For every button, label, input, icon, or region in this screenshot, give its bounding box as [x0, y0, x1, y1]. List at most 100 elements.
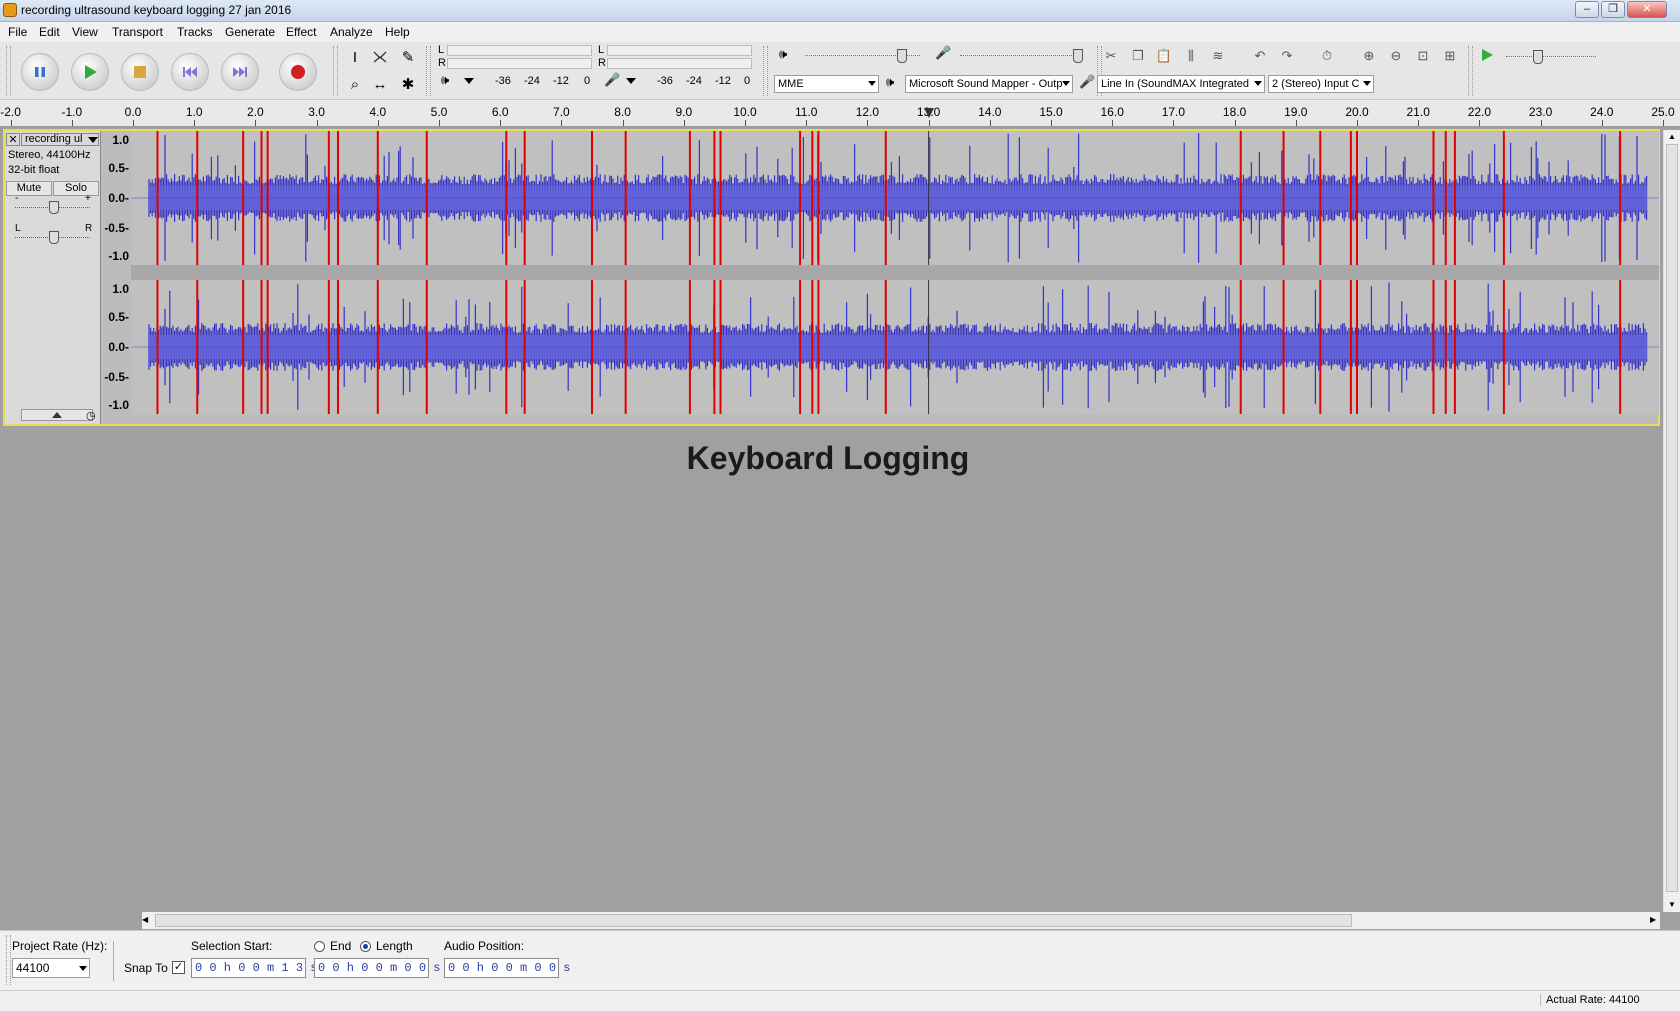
audio-host-select[interactable]: MME — [774, 75, 879, 93]
copy-icon[interactable]: ❐ — [1127, 45, 1149, 67]
toolbar-grip[interactable] — [333, 46, 338, 96]
horizontal-scrollbar[interactable]: ◀ ▶ — [142, 912, 1660, 929]
audio-position-value: 0 0 h 0 0 m 0 0 s — [448, 961, 571, 975]
ruler-tick-label: 6.0 — [491, 105, 509, 119]
playback-speed-slider[interactable] — [1506, 56, 1596, 58]
input-device-select[interactable]: Line In (SoundMAX Integrated — [1097, 75, 1265, 93]
playback-meter-right[interactable] — [447, 58, 592, 69]
scroll-up-icon[interactable]: ▲ — [1668, 132, 1676, 141]
solo-button[interactable]: Solo — [53, 181, 99, 196]
microphone-icon[interactable]: 🎤 — [604, 72, 620, 88]
mute-button[interactable]: Mute — [6, 181, 52, 196]
amplitude-scale: 1.0 0.5- 0.0- -0.5- -1.0 1.0 0.5- 0.0- -0.5- -1.0 — [100, 131, 131, 424]
zoom-out-icon[interactable]: ⊖ — [1385, 45, 1407, 67]
envelope-tool-icon[interactable] — [369, 46, 391, 68]
zoom-in-icon[interactable]: ⊕ — [1358, 45, 1380, 67]
toolbar-grip[interactable] — [6, 46, 11, 96]
track-menu-dropdown-icon[interactable] — [88, 137, 98, 143]
paste-icon[interactable]: 📋 — [1153, 45, 1175, 67]
play-button[interactable] — [71, 53, 109, 91]
maximize-button[interactable]: ❐ — [1601, 1, 1625, 18]
playback-speed-thumb[interactable] — [1533, 50, 1543, 64]
scroll-right-icon[interactable]: ▶ — [1650, 915, 1656, 924]
horizontal-scroll-thumb[interactable] — [155, 914, 1352, 927]
project-rate-select[interactable]: 44100 — [12, 958, 90, 978]
fit-project-icon[interactable]: ⊞ — [1439, 45, 1461, 67]
playback-meter-left[interactable] — [447, 45, 592, 56]
snap-to-checkbox[interactable]: ✓ — [172, 961, 185, 974]
input-channels-select[interactable]: 2 (Stereo) Input C — [1268, 75, 1374, 93]
selection-tool-icon[interactable]: Ι — [344, 46, 366, 68]
ruler-tick — [500, 120, 502, 126]
multi-tool-icon[interactable]: ✱ — [397, 73, 419, 95]
scroll-left-icon[interactable]: ◀ — [142, 915, 148, 924]
minimize-button[interactable]: – — [1575, 1, 1599, 18]
length-radio[interactable] — [360, 941, 371, 952]
ruler-tick — [377, 120, 379, 126]
ruler-tick-label: -2.0 — [0, 105, 21, 119]
stop-button[interactable] — [121, 53, 159, 91]
amplitude-label: 0.5- — [108, 310, 129, 324]
sync-lock-icon[interactable]: ⏱ — [1316, 45, 1338, 67]
play-at-speed-button[interactable] — [1479, 47, 1495, 66]
toolbar-grip[interactable] — [426, 46, 431, 96]
zoom-tool-icon[interactable]: ⌕ — [344, 73, 366, 95]
vertical-scroll-thumb[interactable] — [1666, 144, 1678, 892]
pause-button[interactable] — [21, 53, 59, 91]
close-track-icon[interactable]: ✕ — [6, 133, 20, 146]
draw-tool-icon[interactable]: ✎ — [397, 46, 419, 68]
speaker-icon[interactable]: 🕪 — [441, 72, 449, 88]
collapse-track-button[interactable] — [21, 409, 93, 421]
playback-volume-thumb[interactable] — [897, 49, 907, 63]
menu-view[interactable]: View — [72, 25, 98, 39]
toolbar-grip[interactable] — [1468, 46, 1473, 96]
toolbar-grip[interactable] — [6, 935, 11, 985]
scroll-down-icon[interactable]: ▼ — [1668, 900, 1676, 909]
pan-slider-thumb[interactable] — [49, 231, 59, 244]
menu-help[interactable]: Help — [385, 25, 410, 39]
timeline-ruler[interactable]: -2.0 -1.0 0.0 1.0 2.0 3.0 4.0 5.0 6.0 7.0 8.0 9.0 10… — [0, 100, 1680, 127]
cut-icon[interactable]: ✂ — [1100, 45, 1122, 67]
undo-icon[interactable]: ↶ — [1249, 45, 1271, 67]
meter-label-r: R — [598, 57, 606, 69]
record-meter-right[interactable] — [607, 58, 752, 69]
project-rate-label: Project Rate (Hz): — [12, 939, 108, 953]
selection-start-time[interactable]: 0 0 h 0 0 m 1 3 s — [191, 958, 317, 978]
recording-volume-thumb[interactable] — [1073, 49, 1083, 63]
skip-to-start-button[interactable] — [171, 53, 209, 91]
end-radio[interactable] — [314, 941, 325, 952]
close-button[interactable]: ✕ — [1627, 1, 1667, 18]
meter-label-l: L — [598, 44, 605, 56]
menu-generate[interactable]: Generate — [225, 25, 275, 39]
silence-icon[interactable]: ≋ — [1207, 45, 1229, 67]
toolbar-grip[interactable] — [763, 46, 768, 96]
waveform-area[interactable] — [131, 131, 1659, 424]
record-meter-dropdown-icon[interactable] — [626, 78, 636, 84]
menu-analyze[interactable]: Analyze — [330, 25, 373, 39]
trim-icon[interactable]: ⫼ — [1180, 45, 1202, 67]
selection-length-time[interactable]: 0 0 h 0 0 m 0 0 s — [314, 958, 440, 978]
selection-toolbar: Project Rate (Hz): 44100 Snap To ✓ Selec… — [0, 930, 1680, 991]
redo-icon[interactable]: ↷ — [1276, 45, 1298, 67]
ruler-tick — [1663, 120, 1664, 126]
playhead-marker-icon[interactable] — [923, 108, 934, 118]
skip-to-end-button[interactable] — [221, 53, 259, 91]
menu-file[interactable]: File — [8, 25, 27, 39]
menu-effect[interactable]: Effect — [286, 25, 316, 39]
output-device-select[interactable]: Microsoft Sound Mapper - Outp — [905, 75, 1073, 93]
ruler-tick — [1173, 120, 1175, 126]
record-meter-left[interactable] — [607, 45, 752, 56]
audio-position-time[interactable]: 0 0 h 0 0 m 0 0 s — [444, 958, 570, 978]
recording-volume-slider[interactable] — [960, 55, 1080, 57]
menu-tracks[interactable]: Tracks — [177, 25, 213, 39]
time-shift-tool-icon[interactable]: ↔ — [369, 73, 391, 95]
menu-transport[interactable]: Transport — [112, 25, 163, 39]
fit-selection-icon[interactable]: ⊡ — [1412, 45, 1434, 67]
menu-edit[interactable]: Edit — [39, 25, 60, 39]
ruler-tick — [133, 120, 134, 126]
vertical-scrollbar[interactable]: ▲ ▼ — [1663, 130, 1680, 912]
record-button[interactable] — [279, 53, 317, 91]
gain-slider-thumb[interactable] — [49, 201, 59, 214]
ruler-tick — [928, 120, 930, 126]
playback-meter-dropdown-icon[interactable] — [464, 78, 474, 84]
